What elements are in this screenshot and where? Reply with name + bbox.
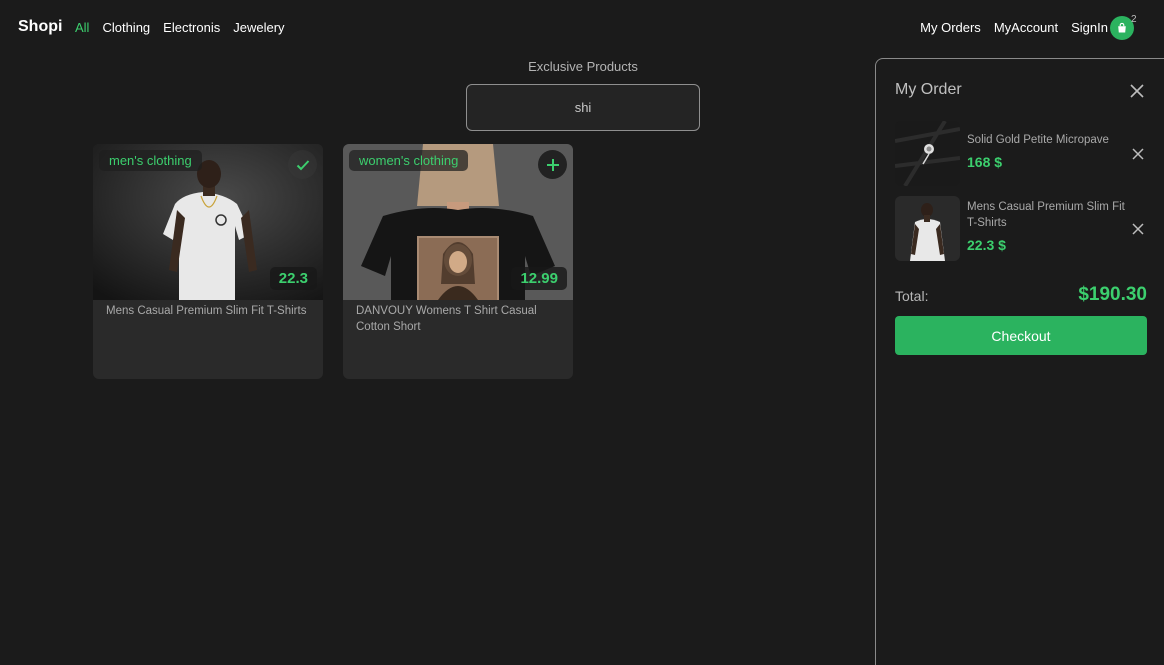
nav-link-jewelery[interactable]: Jewelery [233,20,284,35]
order-item-price: 22.3 $ [967,237,1006,253]
order-item: Mens Casual Premium Slim Fit T-Shirts 22… [895,196,1155,262]
order-item: Solid Gold Petite Micropave 168 $ [895,121,1155,187]
brand-logo[interactable]: Shopi [18,18,62,36]
check-icon [296,159,309,170]
order-item-thumbnail [895,196,960,261]
category-badge: men's clothing [99,150,202,171]
navbar: Shopi All Clothing Electronis Jewelery M… [0,0,1164,56]
shop-page: Shopi All Clothing Electronis Jewelery M… [0,0,1164,665]
plus-icon [546,158,559,171]
price-badge: 12.99 [511,267,567,290]
nav-link-all[interactable]: All [75,20,89,35]
category-nav: All Clothing Electronis Jewelery [75,20,285,35]
checkout-button[interactable]: Checkout [895,316,1147,355]
nav-link-sign-in[interactable]: SignIn [1071,20,1108,35]
product-title: DANVOUY Womens T Shirt Casual Cotton Sho… [356,305,537,333]
nav-link-electronics[interactable]: Electronis [163,20,220,35]
order-item-price: 168 $ [967,154,1003,170]
category-badge: women's clothing [349,150,469,171]
product-title: Mens Casual Premium Slim Fit T-Shirts [106,305,307,317]
shopping-bag-icon [1118,22,1126,33]
order-panel-title: My Order [895,81,962,98]
close-icon[interactable] [1129,83,1145,99]
remove-item-close-icon[interactable] [1131,147,1145,161]
page-title: Exclusive Products [528,59,638,74]
product-card[interactable]: men's clothing 22.3 Mens Casual Premium … [93,144,323,379]
account-nav: My Orders MyAccount SignIn [920,20,1108,35]
add-to-cart-button[interactable] [538,150,567,179]
total-label: Total: [895,288,929,304]
remove-item-close-icon[interactable] [1131,222,1145,236]
cart-count-badge: 2 [1131,14,1137,25]
product-card[interactable]: women's clothing 12.99 DANVOUY Womens T … [343,144,573,379]
order-item-name: Solid Gold Petite Micropave [967,134,1109,146]
remove-from-cart-button[interactable] [288,150,317,179]
nav-link-my-orders[interactable]: My Orders [920,20,981,35]
search-input[interactable] [466,84,700,131]
price-badge: 22.3 [269,267,317,290]
order-item-name: Mens Casual Premium Slim Fit T-Shirts [967,201,1125,229]
order-panel: My Order Solid Gold Petite Micropave 168… [875,58,1164,665]
order-item-thumbnail [895,121,960,186]
nav-link-my-account[interactable]: MyAccount [994,20,1058,35]
total-value: $190.30 [1078,284,1147,305]
nav-link-clothing[interactable]: Clothing [102,20,150,35]
